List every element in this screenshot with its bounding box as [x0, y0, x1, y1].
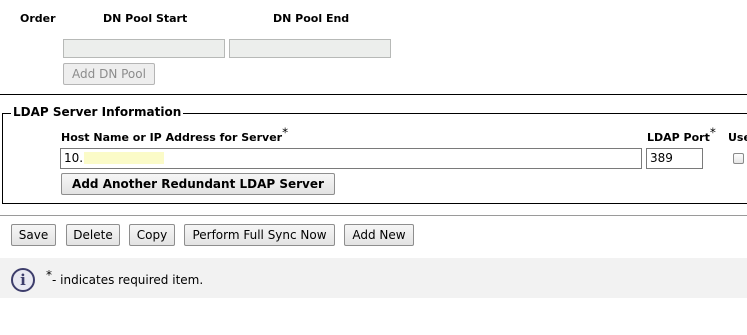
- perform-full-sync-button[interactable]: Perform Full Sync Now: [184, 224, 335, 246]
- use-ssl-label: Use: [728, 131, 747, 144]
- info-icon: i: [11, 268, 35, 292]
- dn-pool-start-input[interactable]: [63, 39, 225, 58]
- column-header-order: Order: [20, 12, 56, 25]
- required-star: *: [282, 125, 289, 140]
- ldap-port-label-text: LDAP Port: [647, 131, 710, 144]
- add-dn-pool-button[interactable]: Add DN Pool: [63, 63, 155, 85]
- host-name-label: Host Name or IP Address for Server*: [61, 126, 288, 144]
- ldap-port-value: 389: [650, 151, 673, 165]
- dn-pool-end-input[interactable]: [229, 39, 391, 58]
- copy-button[interactable]: Copy: [129, 224, 175, 246]
- save-button[interactable]: Save: [11, 224, 56, 246]
- ldap-port-label: LDAP Port*: [647, 126, 716, 144]
- ldap-port-input[interactable]: 389: [646, 148, 703, 169]
- toolbar-divider: [0, 215, 747, 216]
- column-header-dn-pool-start: DN Pool Start: [103, 12, 188, 25]
- ldap-server-legend: LDAP Server Information: [11, 105, 184, 119]
- column-header-dn-pool-end: DN Pool End: [273, 12, 350, 25]
- add-new-button[interactable]: Add New: [344, 224, 414, 246]
- required-note: *- indicates required item.: [46, 269, 204, 287]
- required-note-text: - indicates required item.: [52, 273, 204, 287]
- use-ssl-checkbox[interactable]: [733, 153, 744, 164]
- required-star: *: [709, 125, 716, 140]
- add-redundant-ldap-server-button[interactable]: Add Another Redundant LDAP Server: [61, 173, 335, 195]
- host-name-value: 10.: [64, 151, 84, 165]
- delete-button[interactable]: Delete: [66, 224, 120, 246]
- host-name-label-text: Host Name or IP Address for Server: [61, 131, 283, 144]
- redaction-highlight: [84, 152, 164, 164]
